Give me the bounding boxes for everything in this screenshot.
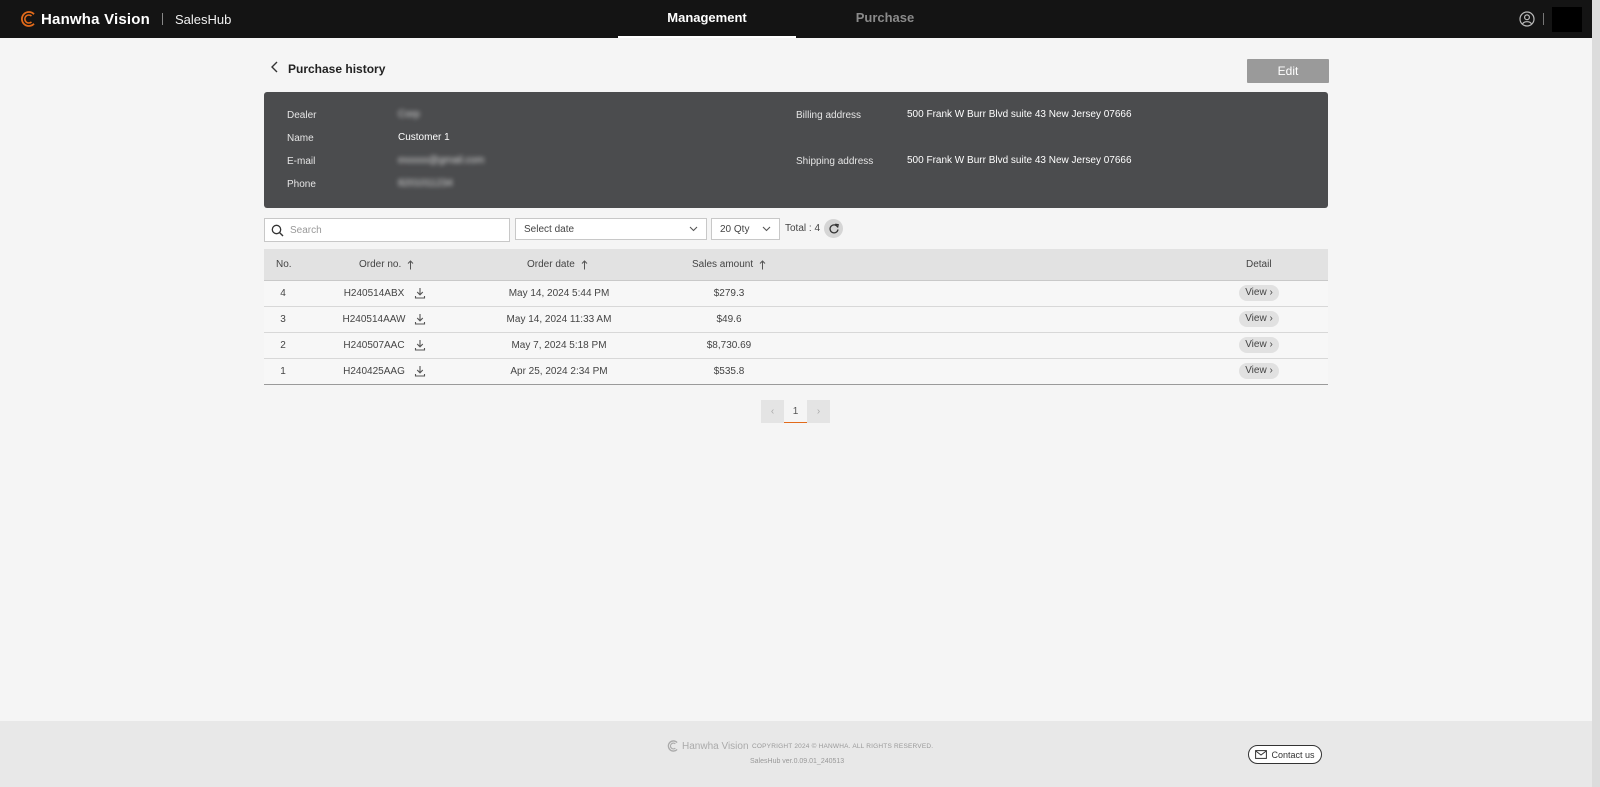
footer-logo-text: Hanwha Vision [682,740,749,752]
search-input[interactable] [288,223,509,237]
shipping-address-label: Shipping address [796,156,874,167]
column-header-sales-amount[interactable]: Sales amount [692,249,766,280]
version-text: SalesHub ver.0.09.01_240513 [750,758,845,765]
dealer-label: Dealer [287,110,317,121]
search-box [264,218,510,242]
phone-value: 8201011234 [398,178,453,189]
cell-no: 1 [280,366,286,377]
view-detail-button[interactable]: View › [1239,363,1279,379]
column-header-order-date[interactable]: Order date [527,249,588,280]
cell-sales-amount: $279.3 [713,288,745,299]
purchase-history-table: No. Order no. Order date Sales amount De… [264,249,1328,385]
table-row: 1 H240425AAG Apr 25, 2024 2:34 PM $535.8… [264,359,1328,385]
email-label: E-mail [287,156,316,167]
brand-divider [162,13,164,25]
cell-order-date: Apr 25, 2024 2:34 PM [510,366,608,377]
date-select[interactable]: Select date [515,218,707,240]
billing-address-label: Billing address [796,110,862,121]
name-value: Customer 1 [398,132,450,143]
cell-order-date: May 7, 2024 5:18 PM [511,340,607,351]
redacted-user-area[interactable] [1552,6,1582,32]
download-icon[interactable] [414,287,426,302]
view-detail-button[interactable]: View › [1239,285,1279,301]
view-detail-button[interactable]: View › [1239,311,1279,327]
cell-order-no: H240514AAW [342,314,406,325]
sort-arrow-up-icon [581,259,588,270]
brand[interactable]: Hanwha Vision SalesHub [20,0,231,38]
quantity-select-value: 20 Qty [720,223,750,235]
top-right-tools [1519,0,1582,38]
hanwha-logo-icon [20,11,38,27]
download-icon[interactable] [414,365,426,380]
footer-logo: Hanwha Vision [667,740,749,752]
chevron-left-icon: ‹ [770,406,775,417]
tab-management[interactable]: Management [618,0,796,38]
name-label: Name [287,133,314,144]
shipping-address-value: 500 Frank W Burr Blvd suite 43 New Jerse… [907,155,1132,166]
view-detail-button[interactable]: View › [1239,337,1279,353]
tab-purchase[interactable]: Purchase [796,0,974,38]
cell-no: 3 [280,314,286,325]
cell-order-date: May 14, 2024 5:44 PM [508,288,610,299]
cell-no: 4 [280,288,286,299]
phone-label: Phone [287,179,316,190]
app-name: SalesHub [175,11,232,27]
column-header-no: No. [276,259,292,270]
table-header: No. Order no. Order date Sales amount De… [264,249,1328,281]
chevron-right-icon: › [816,406,821,417]
cell-sales-amount: $535.8 [713,366,745,377]
page-title: Purchase history [288,62,386,76]
cell-order-no: H240514ABX [343,288,405,299]
billing-address-value: 500 Frank W Burr Blvd suite 43 New Jerse… [907,109,1132,120]
dealer-value: Corp [398,109,420,120]
chevron-left-icon [270,60,280,78]
cell-order-date: May 14, 2024 11:33 AM [506,314,612,325]
contact-us-label: Contact us [1271,749,1315,760]
cell-no: 2 [280,340,286,351]
search-icon [271,224,284,237]
mail-icon [1255,750,1268,759]
hanwha-logo-icon [667,740,680,752]
prev-page-button[interactable]: ‹ [761,400,784,423]
chevron-down-icon [689,224,698,235]
top-divider [1543,13,1544,25]
copyright-text: COPYRIGHT 2024 © HANWHA. ALL RIGHTS RESE… [752,743,934,750]
pagination: ‹ 1 › [761,400,830,423]
top-navigation-bar: Hanwha Vision SalesHub Management Purcha… [0,0,1592,38]
footer: Hanwha Vision COPYRIGHT 2024 © HANWHA. A… [0,721,1592,787]
refresh-icon [828,223,840,235]
table-row: 2 H240507AAC May 7, 2024 5:18 PM $8,730.… [264,333,1328,359]
cell-sales-amount: $49.6 [716,314,742,325]
total-count: Total : 4 [785,223,821,234]
cell-sales-amount: $8,730.69 [706,340,752,351]
page-number-button[interactable]: 1 [784,400,807,423]
quantity-select[interactable]: 20 Qty [711,218,780,240]
brand-name: Hanwha Vision [41,10,151,28]
sort-arrow-up-icon [759,259,766,270]
page-scrollbar[interactable] [1592,0,1600,787]
download-icon[interactable] [414,339,426,354]
back-to-list[interactable]: Purchase history [270,60,385,78]
user-account-icon[interactable] [1519,11,1535,27]
contact-us-button[interactable]: Contact us [1248,745,1322,764]
sort-arrow-up-icon [407,259,414,270]
customer-info-card: Dealer Corp Name Customer 1 E-mail exxxx… [264,92,1328,208]
next-page-button[interactable]: › [807,400,830,423]
table-row: 3 H240514AAW May 14, 2024 11:33 AM $49.6… [264,307,1328,333]
refresh-button[interactable] [824,219,843,238]
cell-order-no: H240425AAG [343,366,405,377]
table-row: 4 H240514ABX May 14, 2024 5:44 PM $279.3… [264,281,1328,307]
cell-order-no: H240507AAC [343,340,405,351]
edit-button[interactable]: Edit [1247,59,1329,83]
date-select-value: Select date [524,223,575,235]
column-header-detail: Detail [1246,259,1272,270]
column-header-order-no[interactable]: Order no. [359,249,414,280]
download-icon[interactable] [414,313,426,328]
chevron-down-icon [762,224,771,235]
main-nav: Management Purchase [618,0,974,38]
email-value: exxxxx@gmail.com [398,155,485,166]
